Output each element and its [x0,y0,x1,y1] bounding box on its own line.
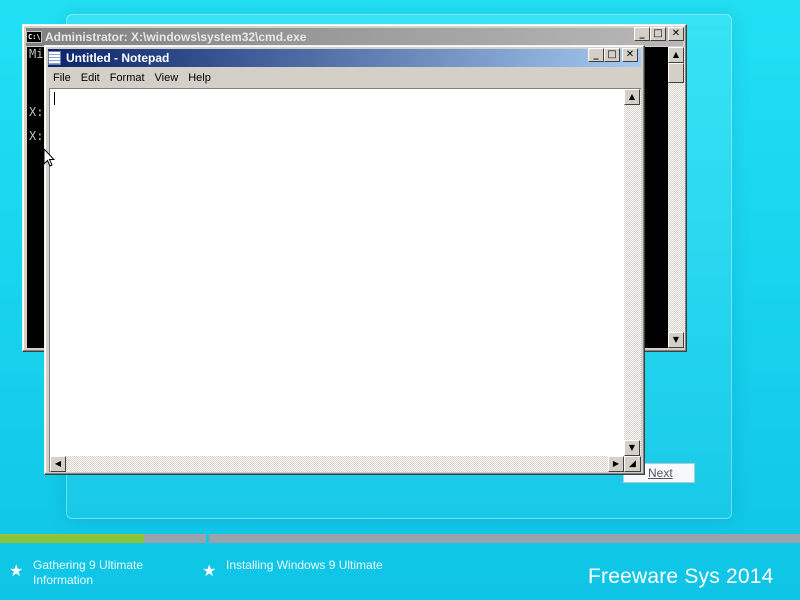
notepad-title: Untitled - Notepad [66,51,170,65]
progress-segment-2 [209,534,800,543]
step-label: Information [33,573,94,587]
notepad-vscrollbar[interactable]: ▲ ▼ [624,89,641,456]
step-star-icon: ★ [202,561,217,580]
maximize-icon[interactable]: □ [604,48,620,62]
cmd-app-icon: C:\ [26,31,42,43]
minimize-icon[interactable]: _ [634,27,650,41]
text-caret [54,92,55,105]
scroll-right-icon[interactable]: ▶ [608,456,624,472]
cmd-line: X: [29,105,44,119]
cmd-titlebar[interactable]: C:\ Administrator: X:\windows\system32\c… [26,28,683,46]
menu-format[interactable]: Format [105,72,150,84]
notepad-hscrollbar[interactable]: ◀ ▶ [50,456,624,472]
scroll-down-icon[interactable]: ▼ [668,332,684,348]
progress-fill-1 [0,534,145,543]
minimize-icon[interactable]: _ [588,48,604,62]
notepad-app-icon [48,51,61,65]
maximize-icon[interactable]: □ [650,27,666,41]
notepad-window-controls: _ □ ✕ [588,48,638,62]
cmd-line: Mi [29,47,44,61]
notepad-window[interactable]: Untitled - Notepad _ □ ✕ File Edit Forma… [44,45,645,475]
menu-help[interactable]: Help [183,72,216,84]
setup-progress-bar [0,534,800,546]
notepad-titlebar[interactable]: Untitled - Notepad [48,49,641,67]
menu-file[interactable]: File [48,72,76,84]
scroll-down-icon[interactable]: ▼ [624,440,640,456]
cmd-line: X: [29,129,44,143]
close-icon[interactable]: ✕ [622,48,638,62]
step-installing: Installing Windows 9 Ultimate [226,558,383,573]
scroll-left-icon[interactable]: ◀ [50,456,66,472]
cmd-title: Administrator: X:\windows\system32\cmd.e… [45,30,307,44]
step-label: Installing Windows 9 Ultimate [226,558,383,572]
menu-view[interactable]: View [150,72,184,84]
scroll-up-icon[interactable]: ▲ [624,89,640,105]
notepad-text-area[interactable]: ▲ ▼ ◀ ▶ ◢ [49,88,641,472]
scroll-up-icon[interactable]: ▲ [668,47,684,63]
scroll-thumb[interactable] [668,63,684,83]
step-gathering: Gathering 9 Ultimate Information [33,558,143,588]
cmd-window-controls: _ □ ✕ [634,27,684,41]
step-active-star-icon: ★ [9,561,24,580]
resize-grip-icon[interactable]: ◢ [624,456,641,472]
mouse-pointer-icon [43,148,55,167]
step-label: Gathering 9 Ultimate [33,558,144,572]
progress-segment-1 [0,534,206,543]
cmd-scrollbar[interactable]: ▲ ▼ [668,47,685,348]
menu-edit[interactable]: Edit [76,72,105,84]
close-icon[interactable]: ✕ [668,27,684,41]
notepad-menubar: File Edit Format View Help [48,68,641,87]
brand-watermark: Freeware Sys 2014 [588,565,774,588]
